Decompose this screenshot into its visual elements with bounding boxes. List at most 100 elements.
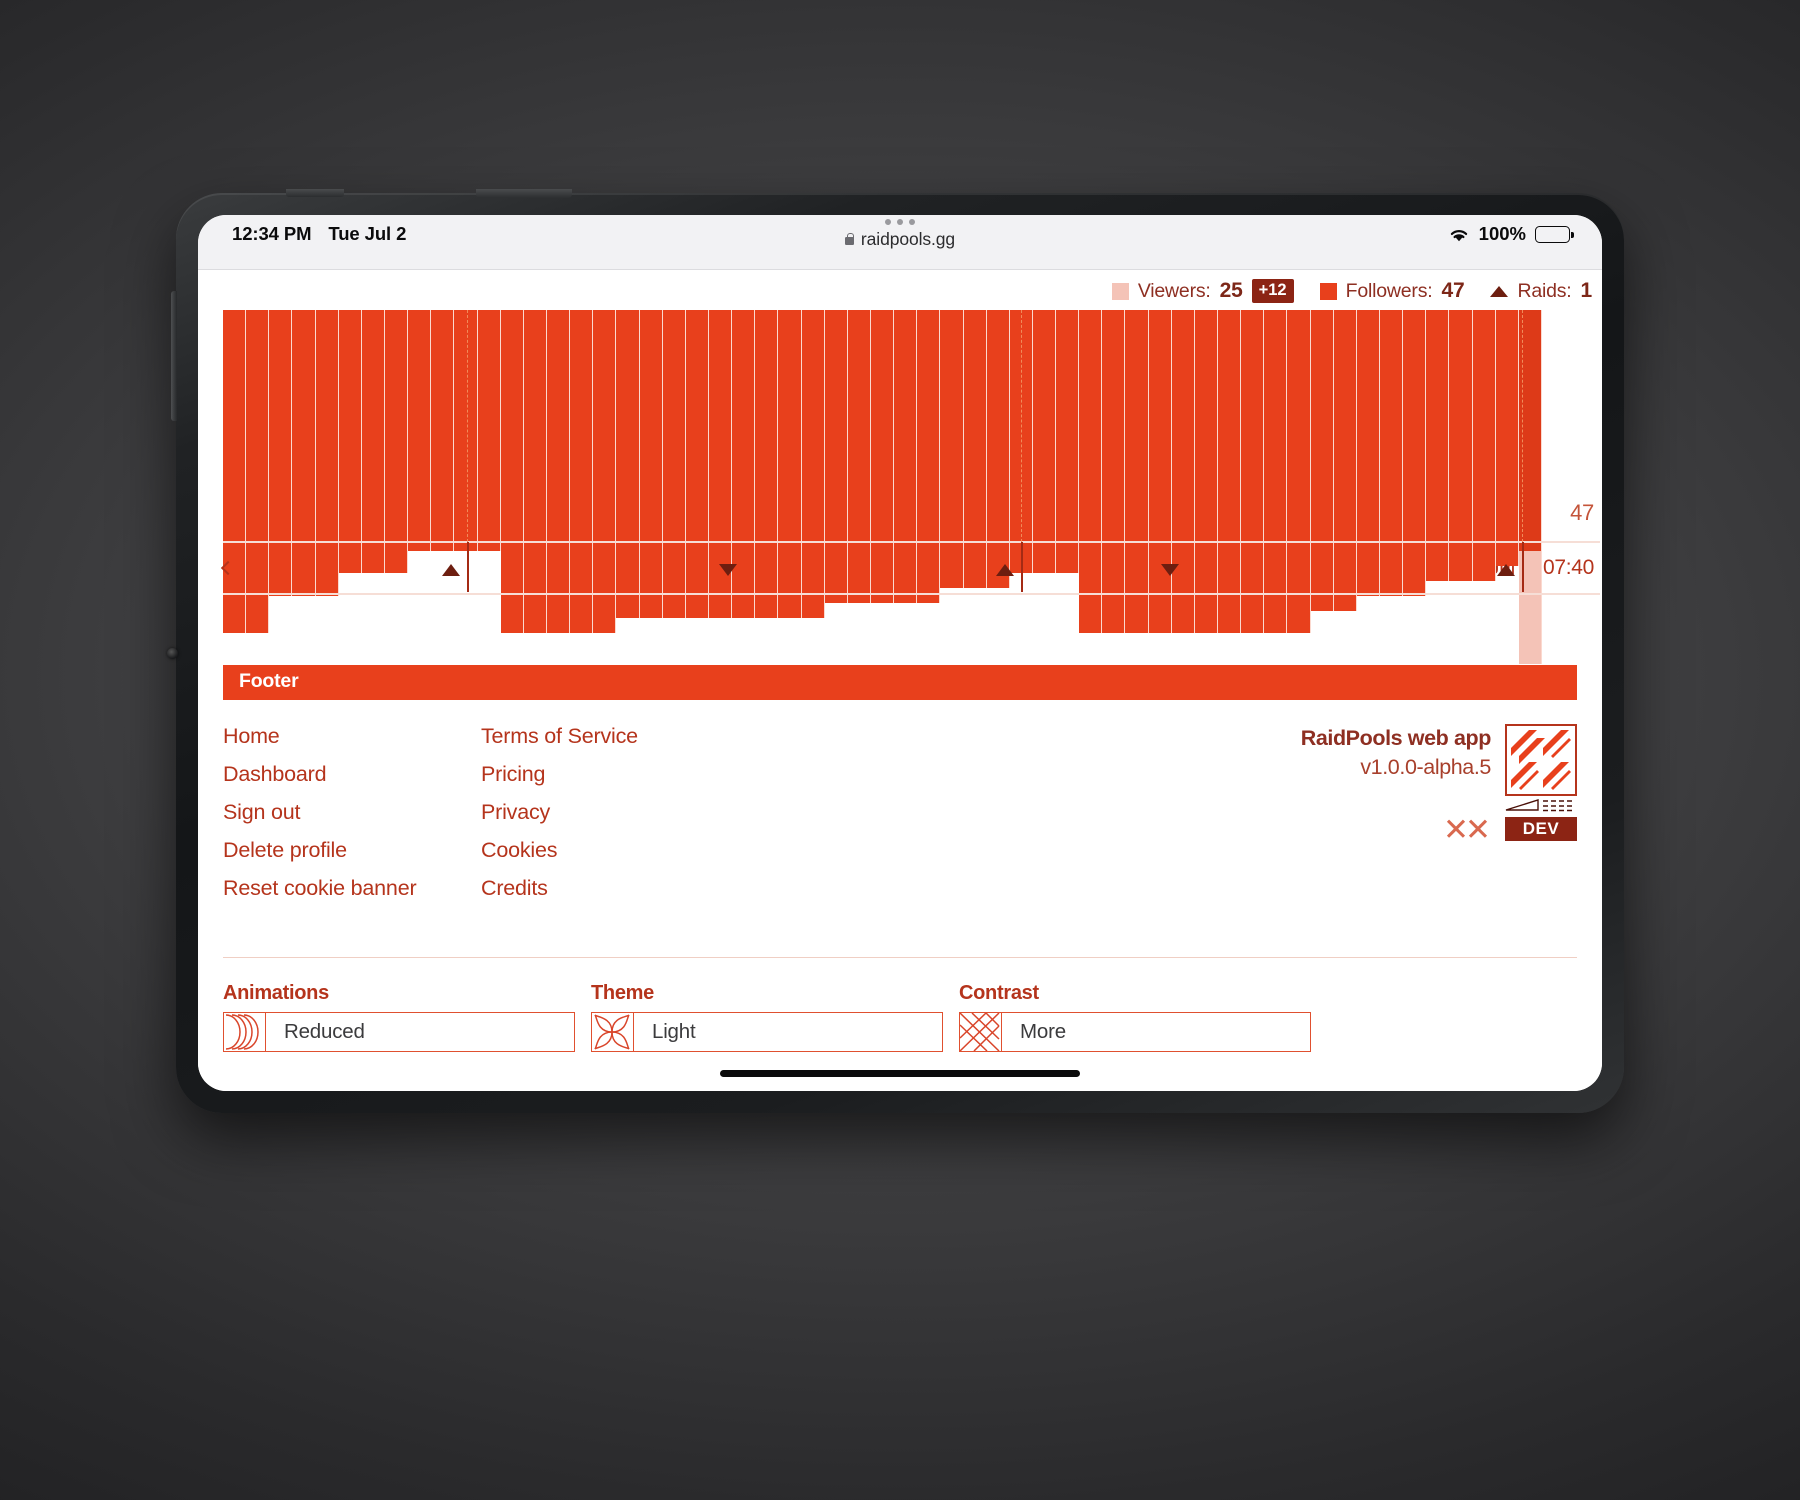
table-row[interactable] <box>408 310 432 551</box>
table-row[interactable] <box>755 310 779 619</box>
table-row[interactable] <box>1472 310 1496 581</box>
raid-down-marker-icon[interactable] <box>1161 564 1180 576</box>
raid-down-marker-icon[interactable] <box>719 564 738 576</box>
table-row[interactable] <box>708 310 733 619</box>
dot <box>897 219 903 225</box>
contrast-select[interactable]: More <box>959 1012 1311 1052</box>
table-row[interactable] <box>431 310 455 551</box>
footer-section: Footer Home Dashboard Sign out Delete profi… <box>198 665 1602 901</box>
table-row[interactable] <box>639 310 663 619</box>
volume-button[interactable] <box>171 291 177 421</box>
logo-wedge-icon <box>1505 799 1539 811</box>
table-row[interactable] <box>801 310 825 619</box>
footer-link[interactable]: Home <box>223 724 280 749</box>
home-indicator[interactable] <box>720 1070 1080 1077</box>
table-row[interactable] <box>523 310 547 634</box>
chart-bar-followers <box>408 310 432 551</box>
table-row[interactable] <box>1241 310 1265 634</box>
table-row[interactable] <box>824 310 848 604</box>
table-row[interactable] <box>500 310 524 634</box>
viewers-delta-badge: +12 <box>1251 279 1294 303</box>
table-row[interactable] <box>662 310 686 619</box>
dot <box>885 219 891 225</box>
table-row[interactable] <box>454 310 478 551</box>
footer-link[interactable]: Cookies <box>481 838 557 863</box>
table-row[interactable] <box>384 310 409 574</box>
table-row[interactable] <box>1148 310 1172 634</box>
table-row[interactable] <box>778 310 802 619</box>
table-row[interactable] <box>1495 310 1519 566</box>
table-row[interactable] <box>1333 310 1357 611</box>
address-bar[interactable]: raidpools.gg <box>844 229 956 250</box>
table-row[interactable] <box>1310 310 1334 611</box>
viewers-label: Viewers: <box>1137 279 1211 302</box>
table-row[interactable] <box>963 310 987 589</box>
table-row[interactable] <box>269 310 293 596</box>
raid-up-marker-icon[interactable] <box>442 564 461 576</box>
footer-link[interactable]: Terms of Service <box>481 724 638 749</box>
table-row[interactable] <box>570 310 594 634</box>
table-row[interactable] <box>1356 310 1381 596</box>
url-text: raidpools.gg <box>860 229 956 249</box>
table-row[interactable] <box>338 310 362 574</box>
table-row[interactable] <box>1287 310 1311 634</box>
table-row[interactable] <box>1218 310 1242 634</box>
footer-link[interactable]: Sign out <box>223 800 300 825</box>
safari-browser: 12:34 PM Tue Jul 2 raidpools.gg 100% Vie… <box>198 215 1602 1091</box>
table-row[interactable] <box>546 310 571 634</box>
table-row[interactable] <box>593 310 617 634</box>
footer-link[interactable]: Privacy <box>481 800 550 825</box>
footer-link[interactable]: Reset cookie banner <box>223 876 417 901</box>
footer-link[interactable]: Pricing <box>481 762 546 787</box>
brand-text: RaidPools web app v1.0.0-alpha.5 ✕✕ <box>1301 724 1492 848</box>
footer-link[interactable]: Delete profile <box>223 838 347 863</box>
table-row[interactable] <box>1032 310 1057 574</box>
table-row[interactable] <box>1079 310 1103 634</box>
table-row[interactable] <box>1449 310 1473 581</box>
table-row[interactable] <box>292 310 316 596</box>
table-row[interactable] <box>1403 310 1427 596</box>
animations-value: Reduced <box>284 1020 365 1043</box>
table-row[interactable] <box>1194 310 1219 634</box>
raid-up-marker-icon[interactable] <box>1497 564 1516 576</box>
table-row[interactable] <box>1056 310 1080 574</box>
table-row[interactable] <box>917 310 941 604</box>
animations-select[interactable]: Reduced <box>223 1012 575 1052</box>
table-row[interactable] <box>732 310 756 619</box>
table-row[interactable] <box>685 310 709 619</box>
chart-bar-followers <box>361 310 385 574</box>
table-row[interactable] <box>477 310 501 551</box>
raid-up-marker-icon[interactable] <box>996 564 1015 576</box>
table-row[interactable] <box>1426 310 1450 581</box>
table-row[interactable] <box>870 310 895 604</box>
viewers-value: 25 <box>1219 279 1243 302</box>
footer-link[interactable]: Credits <box>481 876 548 901</box>
table-row[interactable] <box>315 310 339 596</box>
table-row[interactable] <box>1102 310 1126 634</box>
table-row[interactable] <box>1264 310 1288 634</box>
followers-label: Followers: <box>1345 279 1433 302</box>
table-row[interactable] <box>361 310 385 574</box>
contrast-value: More <box>1020 1020 1066 1043</box>
analytics-chart: Viewers: 25 +12 Followers: 47 Raids: 1 4… <box>198 270 1602 664</box>
table-row[interactable] <box>940 310 964 589</box>
four-petal-icon <box>592 1013 634 1051</box>
footer-link[interactable]: Dashboard <box>223 762 327 787</box>
power-button[interactable] <box>286 189 344 197</box>
table-row[interactable] <box>616 310 640 619</box>
viewers-swatch-icon <box>1111 282 1129 300</box>
table-row[interactable] <box>1380 310 1404 596</box>
dot <box>909 219 915 225</box>
table-row[interactable] <box>1125 310 1149 634</box>
setting-animations: Animations Reduced <box>223 982 575 1052</box>
table-row[interactable] <box>223 310 247 634</box>
chart-plot-area[interactable]: 47 <box>198 310 1600 664</box>
table-row[interactable] <box>847 310 871 604</box>
table-row[interactable] <box>246 310 270 634</box>
chart-bar-followers <box>1056 310 1080 574</box>
tab-overview-dots-icon[interactable] <box>885 219 915 225</box>
table-row[interactable] <box>1171 310 1195 634</box>
table-row[interactable] <box>986 310 1010 589</box>
table-row[interactable] <box>894 310 918 604</box>
theme-select[interactable]: Light <box>591 1012 943 1052</box>
